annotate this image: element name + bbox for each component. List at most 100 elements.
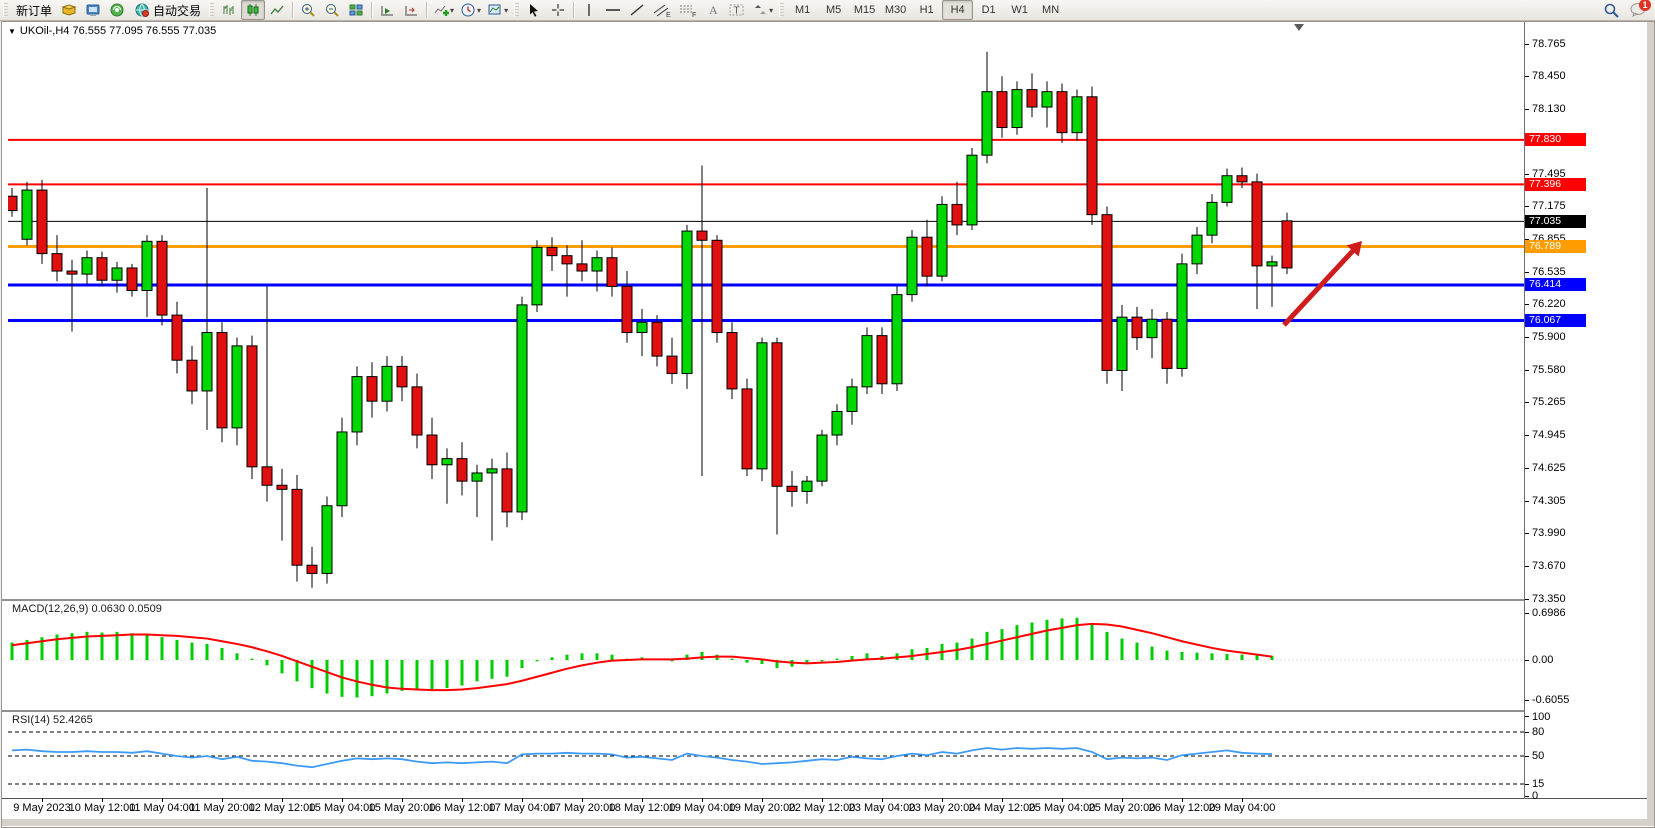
price-tick-label: 78.765 <box>1532 38 1566 50</box>
macd-hist-bar <box>611 655 614 660</box>
price-tick-label: 75.265 <box>1532 396 1566 408</box>
candle-bear <box>1102 215 1112 371</box>
candlestick-icon <box>245 2 261 18</box>
trendline-tool[interactable] <box>625 0 649 20</box>
line-chart-mode-button[interactable] <box>265 0 289 20</box>
toolbar-drag-handle[interactable] <box>3 3 8 17</box>
toolbar-drag-handle[interactable] <box>779 3 784 17</box>
candle-bear <box>1057 92 1067 133</box>
main-toolbar: 新订单 自动交易 <box>0 0 1655 21</box>
macd-hist-bar <box>1031 622 1034 660</box>
timeframe-button-m1[interactable]: M1 <box>787 0 818 20</box>
macd-hist-bar <box>536 660 539 661</box>
text-tool[interactable]: A <box>701 0 725 20</box>
new-order-button[interactable]: 新订单 <box>11 0 57 20</box>
cursor-icon <box>526 2 542 18</box>
templates-button[interactable]: ▾ <box>484 0 511 20</box>
macd-hist-bar <box>296 660 299 681</box>
vertical-line-icon <box>582 2 596 18</box>
candle-bear <box>217 333 227 428</box>
timeframe-button-m30[interactable]: M30 <box>880 0 911 20</box>
rsi-tick <box>1525 796 1529 797</box>
chart-shift-marker[interactable] <box>1294 24 1304 31</box>
timeframe-button-m15[interactable]: M15 <box>849 0 880 20</box>
time-label: 17 May 04:00 <box>489 802 556 814</box>
macd-hist-bar <box>821 660 824 661</box>
candle-bull <box>637 322 647 332</box>
timeframe-button-d1[interactable]: D1 <box>973 0 1004 20</box>
candle-bull <box>1147 319 1157 337</box>
candle-bull <box>682 231 692 373</box>
macd-hist-bar <box>1226 654 1229 660</box>
macd-hist-bar <box>1166 651 1169 660</box>
candle-bear <box>562 256 572 264</box>
bar-chart-mode-button[interactable] <box>217 0 241 20</box>
collapse-triangle-icon[interactable]: ▼ <box>8 27 16 36</box>
shapes-tool[interactable]: ▾ <box>749 0 776 20</box>
chat-button[interactable]: 1 <box>1629 1 1649 19</box>
chart-shift-button[interactable] <box>399 0 423 20</box>
candle-bear <box>412 387 422 435</box>
time-label: 23 May 04:00 <box>849 802 916 814</box>
candle-bull <box>802 481 812 491</box>
cursor-button[interactable] <box>522 0 546 20</box>
equidistant-channel-tool[interactable]: E <box>649 0 675 20</box>
signal-icon[interactable] <box>105 0 129 20</box>
toolbar-drag-handle[interactable] <box>514 3 519 17</box>
macd-hist-bar <box>731 659 734 660</box>
price-chart[interactable] <box>8 37 1524 599</box>
horizontal-line-tool[interactable] <box>601 0 625 20</box>
macd-hist-bar <box>596 653 599 660</box>
candle-bear <box>1252 182 1262 266</box>
macd-panel[interactable] <box>8 601 1524 709</box>
macd-hist-bar <box>191 643 194 660</box>
zoom-in-button[interactable] <box>296 0 320 20</box>
auto-trading-button[interactable]: 自动交易 <box>129 0 206 20</box>
candle-bear <box>547 247 557 255</box>
add-indicator-button[interactable]: ▾ <box>430 0 457 20</box>
macd-hist-bar <box>551 657 554 660</box>
timeframe-button-mn[interactable]: MN <box>1035 0 1066 20</box>
macd-hist-bar <box>1106 632 1109 660</box>
search-button[interactable] <box>1599 0 1623 20</box>
window-right-edge <box>1647 22 1654 826</box>
timeframe-menu-button[interactable]: ▾ <box>457 0 484 20</box>
candle-bull <box>517 305 527 512</box>
crosshair-button[interactable] <box>546 0 570 20</box>
timeframe-button-h1[interactable]: H1 <box>911 0 942 20</box>
candle-bear <box>742 389 752 469</box>
toolbar-right-group: 1 <box>1599 0 1655 20</box>
auto-scroll-button[interactable] <box>375 0 399 20</box>
time-label: 11 May 04:00 <box>129 802 195 814</box>
price-tick <box>1525 501 1529 502</box>
text-label-tool[interactable]: T <box>725 0 749 20</box>
timeframe-button-m5[interactable]: M5 <box>818 0 849 20</box>
candlestick-mode-button[interactable] <box>241 0 265 20</box>
timeframe-button-h4[interactable]: H4 <box>942 0 973 20</box>
terminal-icon[interactable] <box>81 0 105 20</box>
vertical-line-tool[interactable] <box>577 0 601 20</box>
toolbar-drag-handle[interactable] <box>209 3 214 17</box>
candle-bull <box>982 92 992 156</box>
price-tick-label: 73.350 <box>1532 593 1566 605</box>
zoom-out-button[interactable] <box>320 0 344 20</box>
annotation-arrow-shaft[interactable] <box>1284 248 1355 325</box>
macd-tick-label: 0.6986 <box>1532 607 1566 619</box>
trading-terminal: { "toolbar": { "new_order": "新订单", "auto… <box>0 0 1655 827</box>
rsi-panel[interactable] <box>8 712 1524 798</box>
rsi-tick-label: 50 <box>1532 750 1544 762</box>
channel-icon: E <box>652 2 672 18</box>
toolbar-separator <box>426 2 427 18</box>
shapes-icon <box>752 2 768 18</box>
tile-windows-button[interactable] <box>344 0 368 20</box>
candle-bear <box>457 459 467 482</box>
macd-hist-bar <box>146 635 149 660</box>
macd-hist-bar <box>701 652 704 660</box>
chart-shift-icon <box>403 2 419 18</box>
timeframe-button-w1[interactable]: W1 <box>1004 0 1035 20</box>
market-watch-icon[interactable] <box>57 0 81 20</box>
candle-bull <box>112 268 122 280</box>
fibonacci-tool[interactable]: F <box>675 0 701 20</box>
price-tick <box>1525 435 1529 436</box>
auto-scroll-icon <box>379 2 395 18</box>
